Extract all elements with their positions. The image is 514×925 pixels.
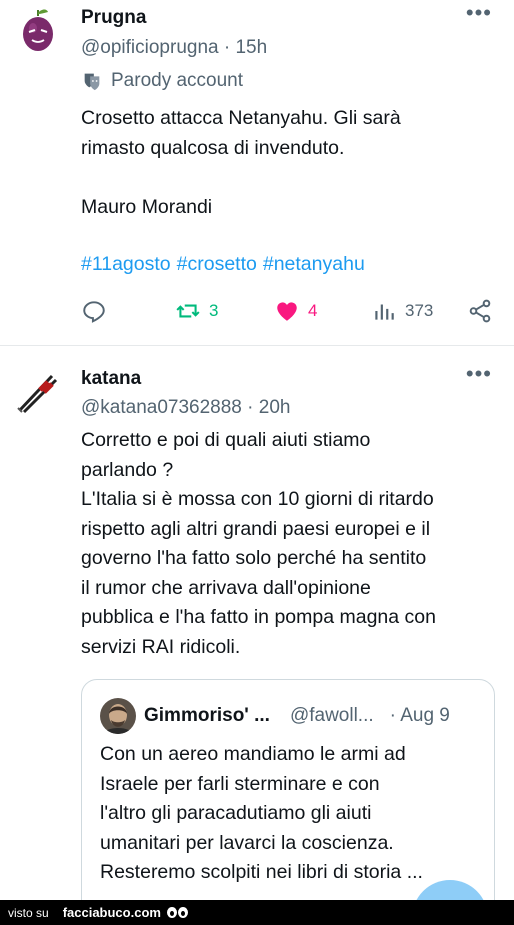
more-icon[interactable]: ••• (466, 363, 492, 385)
footer-prefix: visto su (8, 905, 49, 920)
retweet-button[interactable]: 3 (175, 298, 218, 324)
tweet-prugna: Prugna ••• @opificioprugna · 15h Parody … (0, 0, 514, 346)
footer-brand: facciabuco.com (62, 905, 161, 920)
action-bar: 3 4 373 (81, 298, 501, 330)
hashtag-list: #11agosto #crosetto #netanyahu (81, 253, 371, 276)
reply-icon (83, 301, 105, 323)
views-button[interactable]: 373 (371, 298, 433, 324)
reply-button[interactable] (81, 298, 107, 324)
quoted-date: · Aug 9 (389, 705, 450, 726)
quoted-author-name: Gimmoriso' ... (144, 705, 270, 726)
hashtag-link[interactable]: #netanyahu (263, 253, 365, 275)
views-count: 373 (405, 301, 434, 320)
heart-icon (277, 302, 297, 321)
tweet-katana: katana ••• @katana07362888 · 20h Corrett… (0, 347, 514, 919)
views-icon (375, 304, 394, 320)
author-name[interactable]: Prugna (81, 7, 146, 29)
more-icon[interactable]: ••• (466, 2, 492, 24)
quoted-avatar (100, 698, 136, 734)
share-icon (469, 299, 491, 323)
like-button[interactable]: 4 (274, 298, 317, 324)
like-count: 4 (308, 301, 318, 320)
watermark-footer: visto su facciabuco.com (0, 900, 514, 925)
quoted-tweet-header: Gimmoriso' ... @fawoll... · Aug 9 (100, 698, 450, 734)
author-handle-time[interactable]: @opificioprugna · 15h (81, 37, 267, 59)
katana-avatar-icon[interactable] (14, 368, 62, 416)
retweet-icon (176, 304, 200, 318)
eyes-logo-icon (166, 907, 188, 918)
plum-avatar-icon[interactable] (14, 6, 62, 54)
hashtag-link[interactable]: #11agosto (81, 253, 171, 275)
tweet-text: Crosetto attacca Netanyahu. Gli sarà rim… (81, 107, 401, 218)
quoted-author-handle: @fawoll... (289, 705, 374, 726)
quoted-tweet-text: Con un aereo mandiamo le armi ad Israele… (100, 743, 423, 883)
parody-label: Parody account (111, 70, 244, 91)
tweet-text: Corretto e poi di quali aiuti stiamo par… (81, 429, 436, 658)
share-button[interactable] (467, 298, 493, 324)
hashtag-link[interactable]: #crosetto (177, 253, 257, 275)
author-name[interactable]: katana (81, 368, 141, 390)
parody-badge: Parody account (81, 70, 243, 92)
retweet-count: 3 (209, 301, 219, 320)
author-handle-time[interactable]: @katana07362888 · 20h (81, 397, 290, 419)
parody-mask-icon (84, 73, 100, 91)
